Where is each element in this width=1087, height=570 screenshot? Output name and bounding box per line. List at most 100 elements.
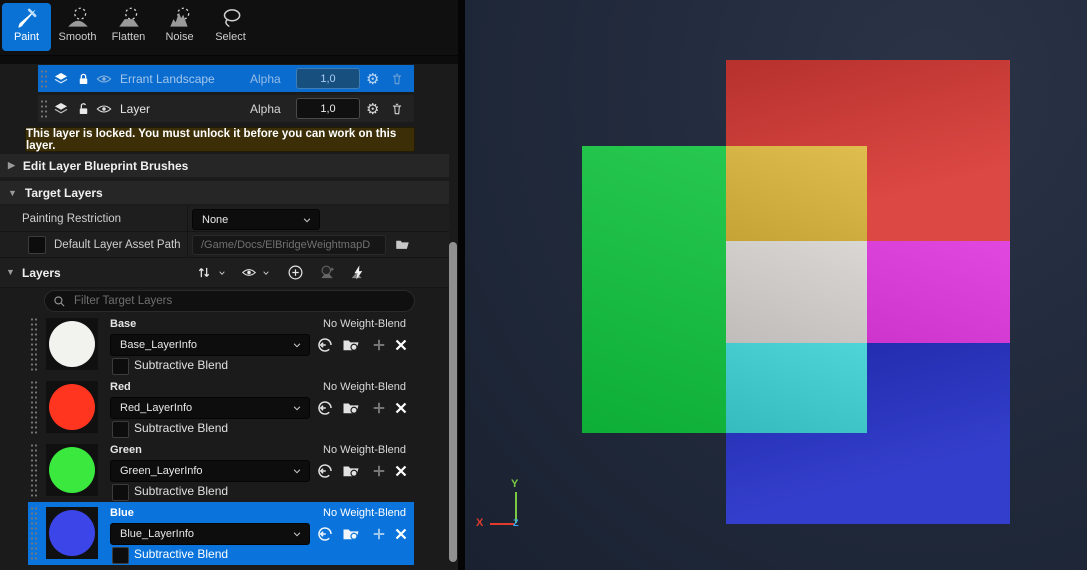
target-layer-name: Red	[110, 381, 131, 393]
unreal-landscape-paint-window: Paint Smooth Flatten	[0, 0, 1087, 570]
target-layer-item-blue[interactable]: Blue No Weight-Blend Blue_LayerInfo Subt…	[28, 502, 414, 565]
layers-stack-icon	[52, 100, 70, 118]
y-axis-label: Y	[511, 478, 518, 490]
paint-brush-icon	[14, 5, 40, 31]
rebuild-layers-lightning-icon[interactable]	[349, 264, 367, 281]
chevron-down-icon[interactable]	[217, 269, 227, 277]
sphere-preview	[49, 384, 95, 430]
edit-layer-name: Errant Landscape	[120, 72, 215, 86]
target-layer-item-green[interactable]: Green No Weight-Blend Green_LayerInfo Su…	[28, 439, 414, 502]
use-selected-asset-icon[interactable]	[316, 399, 334, 417]
create-layer-info-plus-icon[interactable]	[370, 336, 388, 354]
weight-blend-status: No Weight-Blend	[323, 318, 406, 330]
tool-smooth-label: Smooth	[59, 31, 97, 43]
flatten-icon	[116, 5, 142, 31]
drag-handle[interactable]	[40, 99, 48, 118]
layer-thumbnail[interactable]	[46, 507, 98, 559]
layer-thumbnail[interactable]	[46, 444, 98, 496]
section-label: Edit Layer Blueprint Brushes	[23, 159, 188, 173]
alpha-input[interactable]: 1,0	[296, 68, 360, 89]
painting-restriction-row: Painting Restriction None	[0, 206, 449, 232]
layer-info-dropdown[interactable]: Blue_LayerInfo	[110, 523, 310, 545]
subtractive-blend-checkbox[interactable]	[112, 421, 129, 438]
drag-handle[interactable]	[30, 380, 38, 435]
alpha-input[interactable]: 1,0	[296, 98, 360, 119]
level-viewport[interactable]: Y X Z	[465, 0, 1087, 570]
clear-layer-info-x-icon[interactable]	[392, 336, 410, 354]
default-layer-asset-path-row: Default Layer Asset Path /Game/Docs/ElBr…	[0, 232, 449, 258]
tool-noise[interactable]: Noise	[155, 3, 204, 51]
chevron-down-icon: ▼	[8, 188, 17, 198]
browse-to-asset-folder-icon[interactable]	[342, 462, 360, 480]
section-target-layers[interactable]: ▼ Target Layers	[0, 181, 449, 204]
browse-to-asset-folder-icon[interactable]	[342, 525, 360, 543]
create-layers-from-material-icon[interactable]	[318, 264, 336, 281]
drag-handle[interactable]	[30, 317, 38, 372]
subtractive-blend-checkbox[interactable]	[112, 547, 129, 564]
lock-closed-icon[interactable]	[76, 71, 91, 87]
tool-flatten[interactable]: Flatten	[104, 3, 153, 51]
layer-info-dropdown[interactable]: Base_LayerInfo	[110, 334, 310, 356]
clear-layer-info-x-icon[interactable]	[392, 399, 410, 417]
target-layer-item-red[interactable]: Red No Weight-Blend Red_LayerInfo Subtra…	[28, 376, 414, 439]
default-layer-asset-path-field[interactable]: /Game/Docs/ElBridgeWeightmapD	[192, 235, 386, 255]
drag-handle[interactable]	[30, 443, 38, 498]
use-selected-asset-icon[interactable]	[316, 525, 334, 543]
clear-layer-info-x-icon[interactable]	[392, 525, 410, 543]
asset-path-value: /Game/Docs/ElBridgeWeightmapD	[201, 239, 370, 251]
layers-header-row: ▼ Layers	[0, 258, 449, 288]
chevron-down-icon: ▼	[6, 267, 15, 277]
filter-target-layers-search[interactable]: Filter Target Layers	[44, 290, 415, 312]
create-layer-info-plus-icon[interactable]	[370, 462, 388, 480]
drag-handle[interactable]	[40, 69, 48, 88]
edit-layer-row-errant-landscape[interactable]: Errant Landscape Alpha 1,0 ⚙	[38, 65, 414, 92]
section-edit-layer-blueprint-brushes[interactable]: ▶ Edit Layer Blueprint Brushes	[0, 154, 449, 177]
use-selected-asset-icon[interactable]	[316, 336, 334, 354]
tool-smooth[interactable]: Smooth	[53, 3, 102, 51]
lock-open-icon[interactable]	[76, 101, 91, 117]
layer-settings-gear-icon[interactable]: ⚙	[366, 70, 379, 88]
visibility-eye-icon[interactable]	[96, 101, 112, 117]
use-selected-asset-icon[interactable]	[316, 462, 334, 480]
subtractive-blend-label: Subtractive Blend	[134, 421, 228, 435]
weightmap-green-region	[582, 146, 726, 433]
edit-layer-row-layer[interactable]: Layer Alpha 1,0 ⚙	[38, 95, 414, 122]
layer-info-value: Red_LayerInfo	[120, 402, 292, 414]
clear-layer-info-x-icon[interactable]	[392, 462, 410, 480]
tool-paint[interactable]: Paint	[2, 3, 51, 51]
chevron-down-icon[interactable]	[261, 269, 271, 277]
layer-visibility-eye-icon[interactable]	[240, 265, 258, 280]
target-layer-item-base[interactable]: Base No Weight-Blend Base_LayerInfo Subt…	[28, 313, 414, 376]
browse-to-asset-folder-icon[interactable]	[342, 399, 360, 417]
painting-restriction-dropdown[interactable]: None	[192, 209, 320, 230]
layer-info-dropdown[interactable]: Red_LayerInfo	[110, 397, 310, 419]
layer-thumbnail[interactable]	[46, 318, 98, 370]
add-layer-plus-circle-icon[interactable]	[287, 264, 304, 281]
drag-handle[interactable]	[30, 506, 38, 561]
painting-restriction-label: Painting Restriction	[22, 213, 121, 225]
panel-scrollbar[interactable]	[449, 242, 457, 562]
smooth-icon	[65, 5, 91, 31]
browse-to-asset-folder-icon[interactable]	[342, 336, 360, 354]
create-layer-info-plus-icon[interactable]	[370, 525, 388, 543]
tool-select[interactable]: Select	[206, 3, 255, 51]
delete-layer-trash-icon[interactable]	[390, 101, 404, 117]
layer-settings-gear-icon[interactable]: ⚙	[366, 100, 379, 118]
layer-info-dropdown[interactable]: Green_LayerInfo	[110, 460, 310, 482]
alpha-label: Alpha	[250, 102, 281, 116]
tool-flatten-label: Flatten	[112, 31, 146, 43]
sort-layers-icon[interactable]	[196, 264, 212, 281]
visibility-eye-icon[interactable]	[96, 71, 112, 87]
create-layer-info-plus-icon[interactable]	[370, 399, 388, 417]
subtractive-blend-checkbox[interactable]	[112, 484, 129, 501]
layer-thumbnail[interactable]	[46, 381, 98, 433]
column-splitter[interactable]	[187, 232, 188, 257]
delete-layer-trash-icon[interactable]	[390, 71, 404, 87]
default-layer-asset-path-checkbox[interactable]	[28, 236, 46, 254]
column-splitter[interactable]	[187, 206, 188, 231]
layers-stack-icon	[52, 70, 70, 88]
target-layer-name: Blue	[110, 507, 134, 519]
subtractive-blend-checkbox[interactable]	[112, 358, 129, 375]
folder-picker-icon[interactable]	[394, 237, 411, 252]
panel-viewport-divider[interactable]	[458, 0, 465, 570]
